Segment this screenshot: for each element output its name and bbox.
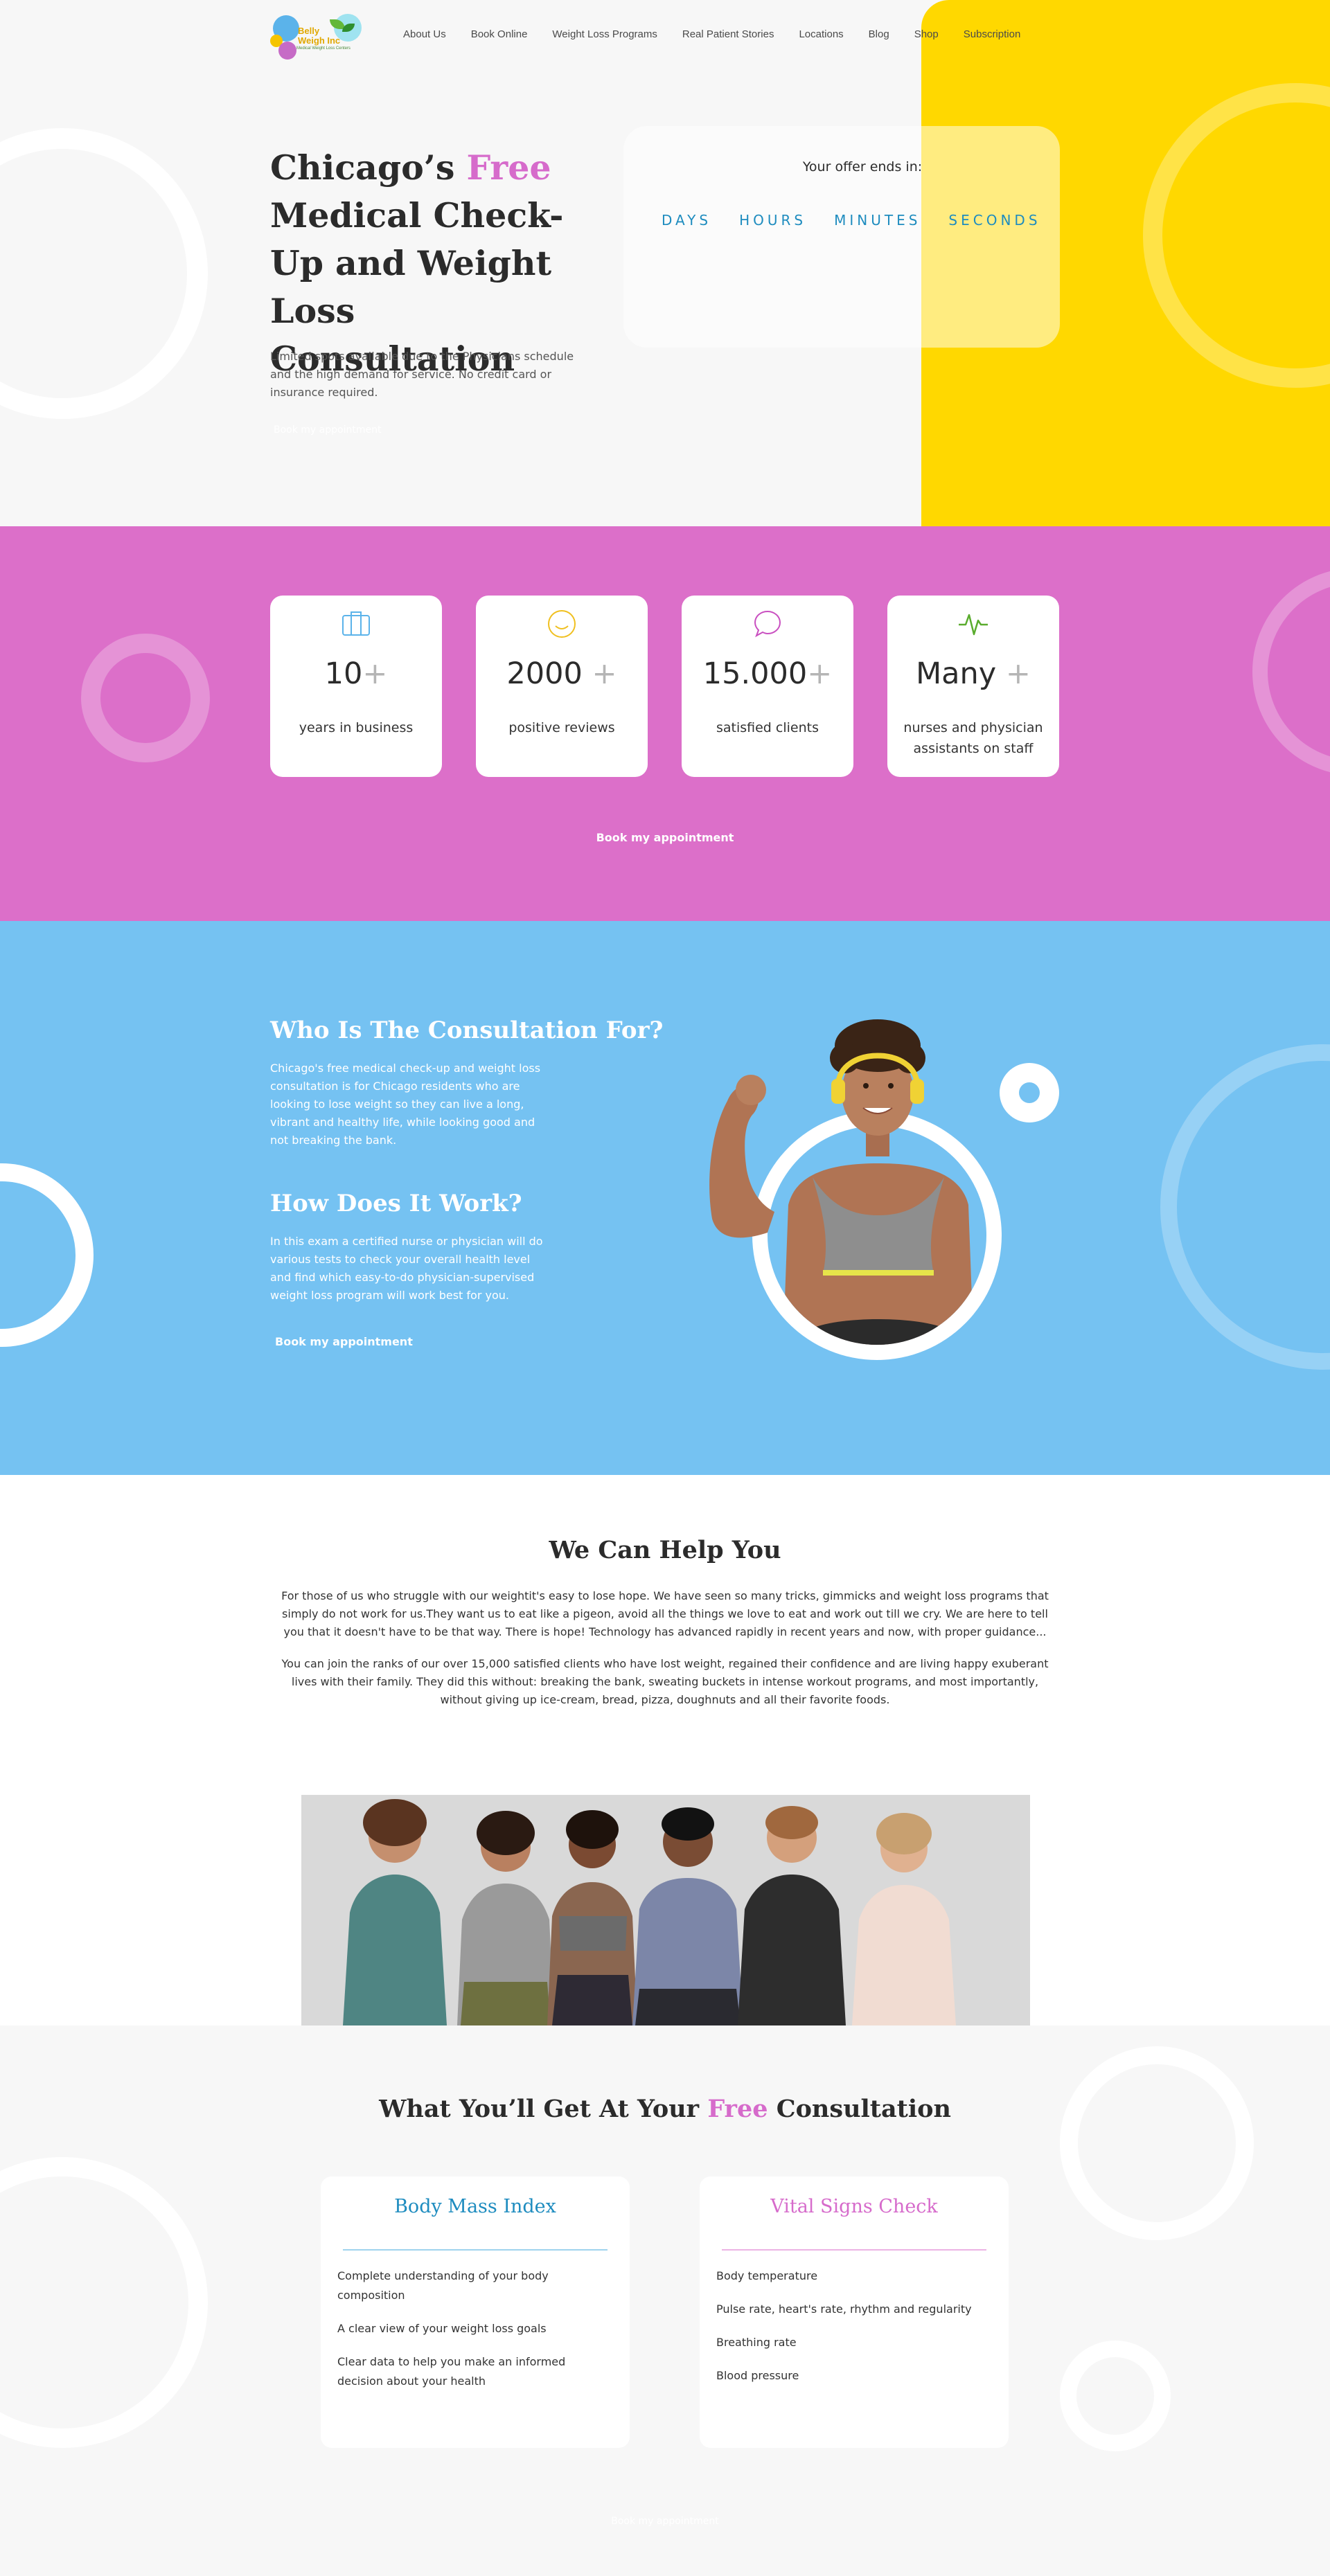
stat-card-clients: 15.000+ satisfied clients bbox=[682, 596, 853, 777]
countdown-minutes-label: MINUTES bbox=[834, 212, 921, 229]
brand-logo[interactable]: Belly Weigh Inc Medical Weight Loss Cent… bbox=[270, 10, 367, 60]
stat-number: Many + bbox=[916, 656, 1031, 691]
stat-card-staff: Many + nurses and physician assistants o… bbox=[887, 596, 1059, 777]
benefit-list: Body temperature Pulse rate, heart's rat… bbox=[716, 2266, 992, 2399]
decorative-ring bbox=[0, 1163, 94, 1347]
logo-text: Weigh Inc bbox=[298, 35, 341, 46]
decorative-ring bbox=[1060, 2046, 1254, 2240]
stat-label: positive reviews bbox=[508, 720, 615, 735]
help-section: We Can Help You For those of us who stru… bbox=[0, 1475, 1330, 2025]
list-item: Clear data to help you make an informed … bbox=[337, 2355, 566, 2388]
book-appointment-button[interactable]: Book my appointment bbox=[0, 831, 1330, 844]
smile-icon bbox=[476, 609, 648, 638]
hero-section: Belly Weigh Inc Medical Weight Loss Cent… bbox=[0, 0, 1330, 526]
fit-woman-image bbox=[709, 1019, 1002, 1360]
hero-title-accent: Free bbox=[466, 147, 551, 188]
decorative-ring bbox=[81, 634, 210, 762]
benefits-title: What You’ll Get At Your Free Consultatio… bbox=[379, 2095, 951, 2123]
help-paragraph: You can join the ranks of our over 15,00… bbox=[281, 1657, 1049, 1706]
benefit-card-bmi: Body Mass Index Complete understanding o… bbox=[321, 2176, 630, 2448]
divider bbox=[722, 2249, 986, 2251]
decorative-ring bbox=[1160, 1044, 1330, 1370]
nav-item-weight-loss-programs[interactable]: Weight Loss Programs bbox=[552, 28, 657, 40]
stat-number: 2000 + bbox=[506, 656, 617, 691]
divider bbox=[343, 2249, 608, 2251]
offer-title: Your offer ends in: bbox=[802, 159, 923, 175]
how-title: How Does It Work? bbox=[270, 1190, 522, 1217]
benefit-list: Complete understanding of your body comp… bbox=[337, 2266, 613, 2405]
nav-links: About Us Book Online Weight Loss Program… bbox=[403, 28, 1045, 40]
benefit-card-title: Vital Signs Check bbox=[770, 2196, 938, 2217]
stat-number: 10+ bbox=[324, 656, 388, 691]
decorative-ring bbox=[0, 128, 208, 419]
nav-item-shop[interactable]: Shop bbox=[914, 28, 939, 40]
hero-description: Limited spots available due to the Physi… bbox=[270, 350, 574, 399]
stat-card-years: 10+ years in business bbox=[270, 596, 442, 777]
briefcase-icon bbox=[270, 609, 442, 637]
list-item: Blood pressure bbox=[716, 2369, 799, 2382]
offer-countdown-card: Your offer ends in: DAYS HOURS MINUTES S… bbox=[623, 126, 1060, 348]
book-appointment-button[interactable]: Book my appointment bbox=[274, 424, 381, 436]
list-item: A clear view of your weight loss goals bbox=[337, 2322, 547, 2335]
consultation-benefits-section: What You’ll Get At Your Free Consultatio… bbox=[0, 2025, 1330, 2576]
benefit-card-vital-signs: Vital Signs Check Body temperature Pulse… bbox=[700, 2176, 1009, 2448]
nav-item-about-us[interactable]: About Us bbox=[403, 28, 446, 40]
decorative-ring bbox=[1060, 2341, 1171, 2451]
stat-label: satisfied clients bbox=[716, 720, 819, 735]
decorative-ring bbox=[0, 2157, 208, 2448]
countdown-timer: DAYS HOURS MINUTES SECONDS bbox=[662, 212, 1060, 229]
nav-item-book-online[interactable]: Book Online bbox=[471, 28, 528, 40]
group-photo-image bbox=[301, 1795, 1030, 2025]
heartbeat-icon bbox=[887, 609, 1059, 637]
list-item: Breathing rate bbox=[716, 2336, 797, 2349]
stats-section: 10+ years in business 2000 + positive re… bbox=[0, 526, 1330, 921]
consultation-section: Who Is The Consultation For? Chicago's f… bbox=[0, 921, 1330, 1475]
book-appointment-button[interactable]: Book my appointment bbox=[0, 2516, 1330, 2527]
countdown-days-label: DAYS bbox=[662, 212, 712, 229]
who-text: Chicago's free medical check-up and weig… bbox=[270, 1062, 541, 1147]
benefit-card-title: Body Mass Index bbox=[394, 2196, 556, 2217]
who-title: Who Is The Consultation For? bbox=[270, 1017, 664, 1044]
nav-item-blog[interactable]: Blog bbox=[869, 28, 889, 40]
help-paragraph: For those of us who struggle with our we… bbox=[281, 1589, 1049, 1638]
stat-number: 15.000+ bbox=[702, 656, 833, 691]
stat-label: years in business bbox=[299, 720, 414, 735]
nav-item-locations[interactable]: Locations bbox=[799, 28, 843, 40]
stat-label: nurses and physician assistants on staff bbox=[903, 720, 1043, 756]
nav-item-real-patient-stories[interactable]: Real Patient Stories bbox=[682, 28, 774, 40]
how-text: In this exam a certified nurse or physic… bbox=[270, 1235, 543, 1302]
logo-text: Belly bbox=[298, 26, 320, 36]
chat-bubble-icon bbox=[682, 609, 853, 638]
book-appointment-button[interactable]: Book my appointment bbox=[275, 1335, 413, 1348]
decorative-ring bbox=[1252, 568, 1330, 776]
stat-card-reviews: 2000 + positive reviews bbox=[476, 596, 648, 777]
list-item: Body temperature bbox=[716, 2269, 818, 2282]
logo-tagline: Medical Weight Loss Centers bbox=[296, 46, 351, 51]
list-item: Complete understanding of your body comp… bbox=[337, 2269, 549, 2302]
countdown-seconds-label: SECONDS bbox=[948, 212, 1041, 229]
main-navigation: Belly Weigh Inc Medical Weight Loss Cent… bbox=[270, 10, 1060, 60]
nav-item-subscription[interactable]: Subscription bbox=[964, 28, 1021, 40]
help-title: We Can Help You bbox=[549, 1536, 781, 1564]
countdown-hours-label: HOURS bbox=[739, 212, 807, 229]
list-item: Pulse rate, heart's rate, rhythm and reg… bbox=[716, 2302, 972, 2316]
